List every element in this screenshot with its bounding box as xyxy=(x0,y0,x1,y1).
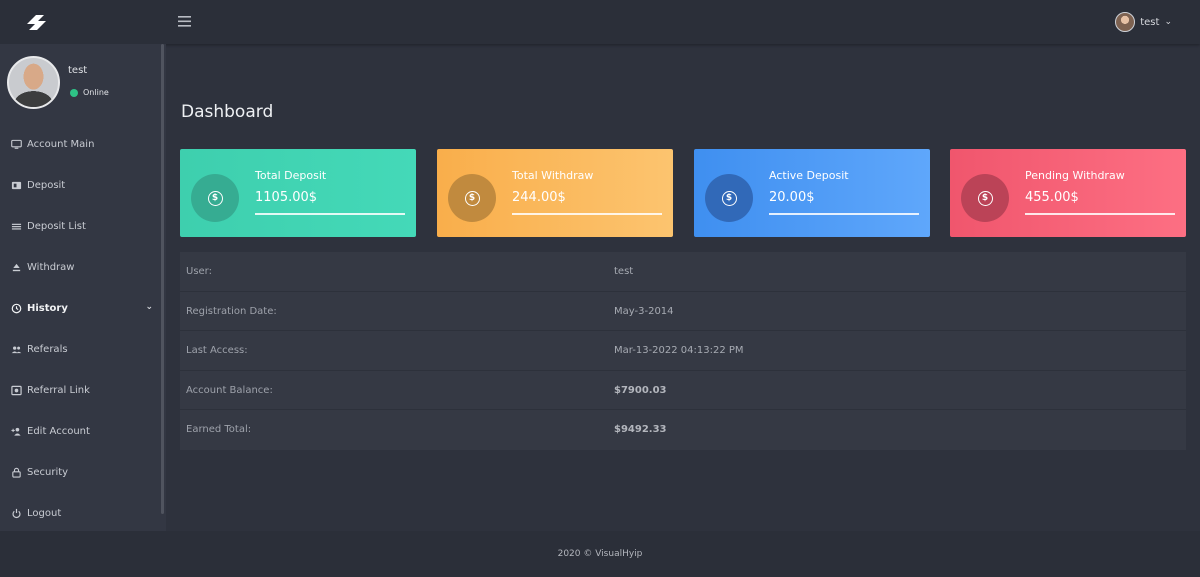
sidebar-item-security[interactable]: Security xyxy=(0,452,160,493)
footer-text: 2020 © VisualHyip xyxy=(557,549,643,559)
chevron-down-icon: ⌄ xyxy=(145,302,153,312)
sidebar-item-edit-account[interactable]: Edit Account xyxy=(0,411,160,452)
top-bar: test ⌄ xyxy=(0,0,1200,44)
dollar-coin-icon: $ xyxy=(207,190,223,206)
row-value: test xyxy=(614,266,634,277)
sidebar-item-referals[interactable]: Referals xyxy=(0,329,160,370)
sidebar-item-account-main[interactable]: Account Main xyxy=(0,124,160,165)
dollar-coin-icon: $ xyxy=(721,190,737,206)
card-divider xyxy=(1025,213,1175,215)
card-label: Active Deposit xyxy=(769,169,849,182)
card-divider xyxy=(512,213,662,215)
dollar-coin-icon: $ xyxy=(977,190,993,206)
row-value: $9492.33 xyxy=(614,424,667,436)
row-value: Mar-13-2022 04:13:22 PM xyxy=(614,345,744,357)
card-label: Pending Withdraw xyxy=(1025,169,1125,182)
row-value: $7900.03 xyxy=(614,384,667,396)
account-info-table: User: test Registration Date: May-3-2014… xyxy=(180,252,1186,450)
pending-withdraw-card[interactable]: $ Pending Withdraw 455.00$ xyxy=(950,149,1186,237)
card-icon-circle: $ xyxy=(705,174,753,222)
user-menu[interactable]: test ⌄ xyxy=(1115,11,1172,33)
sidebar-item-withdraw[interactable]: Withdraw xyxy=(0,247,160,288)
footer: 2020 © VisualHyip xyxy=(0,531,1200,577)
sidebar-scrollbar[interactable] xyxy=(161,44,164,514)
table-row: Last Access: Mar-13-2022 04:13:22 PM xyxy=(180,331,1186,371)
card-value: 1105.00$ xyxy=(255,190,318,205)
sidebar-item-label: Referals xyxy=(27,344,68,355)
sidebar-item-deposit-list[interactable]: Deposit List xyxy=(0,206,160,247)
sidebar-item-history[interactable]: History ⌄ xyxy=(0,288,160,329)
table-row: User: test xyxy=(180,252,1186,292)
sidebar-nav: Account Main Deposit Deposit List Withdr… xyxy=(0,124,160,534)
sidebar-item-label: Edit Account xyxy=(27,426,90,437)
link-icon xyxy=(11,385,22,396)
dollar-coin-icon: $ xyxy=(464,190,480,206)
table-row: Earned Total: $9492.33 xyxy=(180,410,1186,450)
user-profile: test Online xyxy=(7,56,157,112)
profile-name: test xyxy=(68,65,88,76)
menu-toggle-icon[interactable] xyxy=(177,13,193,29)
sidebar-item-label: Security xyxy=(27,467,69,478)
sidebar-item-logout[interactable]: Logout xyxy=(0,493,160,534)
row-key: Account Balance: xyxy=(186,384,273,396)
sidebar-item-label: History xyxy=(27,303,68,314)
card-divider xyxy=(769,213,919,215)
row-key: User: xyxy=(186,266,212,277)
table-row: Registration Date: May-3-2014 xyxy=(180,292,1186,332)
card-label: Total Withdraw xyxy=(512,169,594,182)
user-name: test xyxy=(1140,16,1160,28)
active-deposit-card[interactable]: $ Active Deposit 20.00$ xyxy=(694,149,930,237)
sidebar-item-label: Account Main xyxy=(27,139,95,150)
users-icon xyxy=(11,344,22,355)
monitor-icon xyxy=(11,139,22,150)
sidebar-item-referral-link[interactable]: Referral Link xyxy=(0,370,160,411)
card-label: Total Deposit xyxy=(255,169,327,182)
card-icon-circle: $ xyxy=(448,174,496,222)
page-title: Dashboard xyxy=(181,102,274,122)
list-icon xyxy=(11,221,22,232)
user-plus-icon xyxy=(11,426,22,437)
card-value: 455.00$ xyxy=(1025,190,1079,205)
chevron-down-icon: ⌄ xyxy=(1164,17,1172,27)
card-value: 244.00$ xyxy=(512,190,566,205)
upload-icon xyxy=(11,262,22,273)
row-value: May-3-2014 xyxy=(614,305,674,317)
status-badge: Online xyxy=(70,88,109,97)
online-dot-icon xyxy=(70,88,78,97)
history-icon xyxy=(11,303,22,314)
card-divider xyxy=(255,213,405,215)
table-row: Account Balance: $7900.03 xyxy=(180,371,1186,411)
row-key: Earned Total: xyxy=(186,424,252,436)
sidebar-item-label: Referral Link xyxy=(27,385,90,396)
total-withdraw-card[interactable]: $ Total Withdraw 244.00$ xyxy=(437,149,673,237)
sidebar: test Online Account Main Deposit Deposit… xyxy=(0,44,166,531)
avatar xyxy=(1115,12,1136,32)
sidebar-item-label: Deposit List xyxy=(27,221,86,232)
card-icon-circle: $ xyxy=(961,174,1009,222)
sidebar-item-deposit[interactable]: Deposit xyxy=(0,165,160,206)
sidebar-item-label: Withdraw xyxy=(27,262,75,273)
card-icon-circle: $ xyxy=(191,174,239,222)
status-label: Online xyxy=(83,88,109,97)
logo-icon[interactable] xyxy=(24,11,50,33)
total-deposit-card[interactable]: $ Total Deposit 1105.00$ xyxy=(180,149,416,237)
avatar xyxy=(7,56,60,109)
wallet-icon xyxy=(11,180,22,191)
row-key: Registration Date: xyxy=(186,305,277,317)
lock-icon xyxy=(11,467,22,478)
sidebar-item-label: Logout xyxy=(27,508,62,519)
row-key: Last Access: xyxy=(186,345,248,357)
sidebar-item-label: Deposit xyxy=(27,180,66,191)
card-value: 20.00$ xyxy=(769,190,815,205)
power-icon xyxy=(11,508,22,519)
